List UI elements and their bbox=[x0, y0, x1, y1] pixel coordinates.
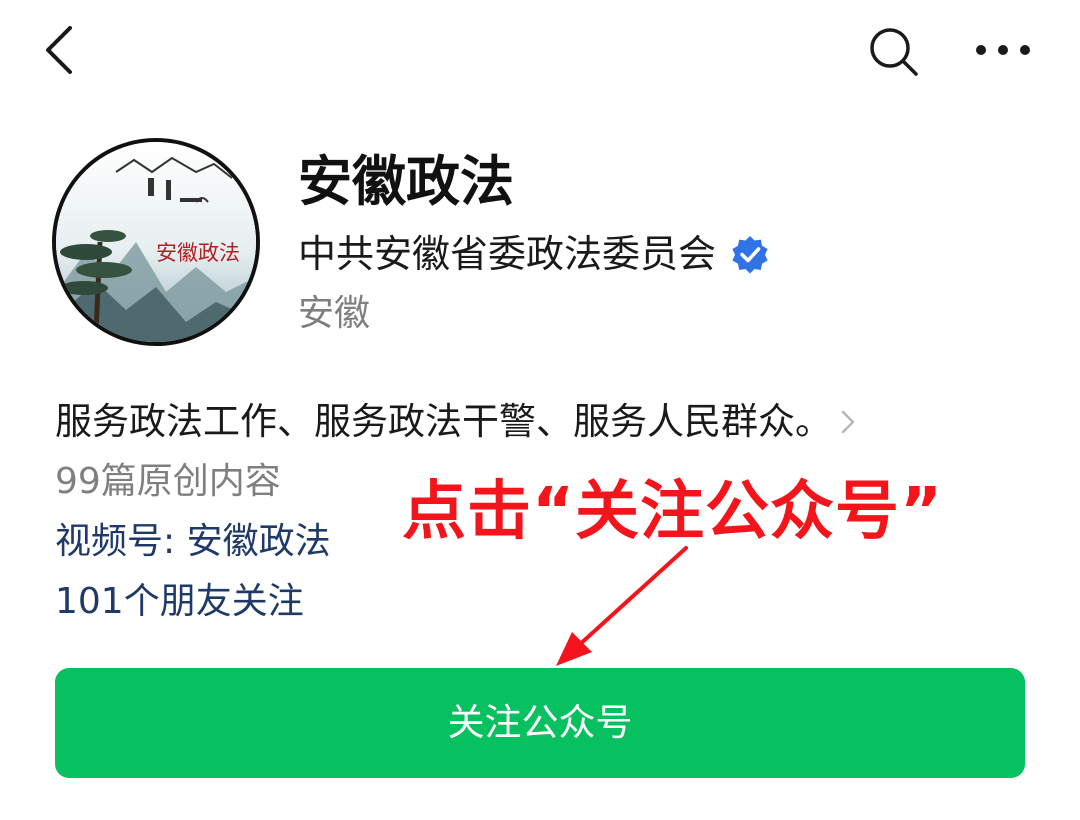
account-name: 安徽政法 bbox=[298, 150, 514, 213]
account-description-row[interactable]: 服务政法工作、服务政法干警、服务人民群众。 bbox=[55, 394, 858, 450]
friends-following-link[interactable]: 101个朋友关注 bbox=[55, 574, 304, 630]
more-horizontal-icon bbox=[976, 45, 1030, 55]
verified-organization-row[interactable]: 中共安徽省委政法委员会 bbox=[298, 226, 770, 282]
follow-button-label: 关注公众号 bbox=[447, 701, 633, 744]
chevron-left-icon bbox=[46, 26, 72, 74]
back-button[interactable] bbox=[38, 22, 86, 78]
account-avatar[interactable]: 安徽政法 bbox=[52, 138, 260, 346]
search-button[interactable] bbox=[866, 24, 922, 80]
verified-badge-icon bbox=[732, 236, 768, 274]
account-region: 安徽 bbox=[298, 293, 371, 334]
more-button[interactable] bbox=[972, 30, 1034, 70]
search-icon bbox=[870, 28, 918, 76]
account-description: 服务政法工作、服务政法干警、服务人民群众。 bbox=[55, 400, 832, 443]
channels-link[interactable]: 视频号: 安徽政法 bbox=[55, 514, 331, 570]
avatar-label: 安徽政法 bbox=[156, 241, 240, 265]
original-content-count: 99篇原创内容 bbox=[55, 461, 281, 502]
official-account-profile-page: 安徽政法 安徽政法 中共安徽省委政法委员会 安徽 服务政法工作、服务政法干警、服… bbox=[0, 0, 1080, 820]
avatar-landscape-image: 安徽政法 bbox=[56, 142, 256, 342]
organization-name: 中共安徽省委政法委员会 bbox=[298, 232, 717, 276]
follow-account-button[interactable]: 关注公众号 bbox=[55, 668, 1025, 778]
chevron-right-icon bbox=[841, 410, 855, 434]
annotation-arrow-icon bbox=[556, 546, 688, 666]
